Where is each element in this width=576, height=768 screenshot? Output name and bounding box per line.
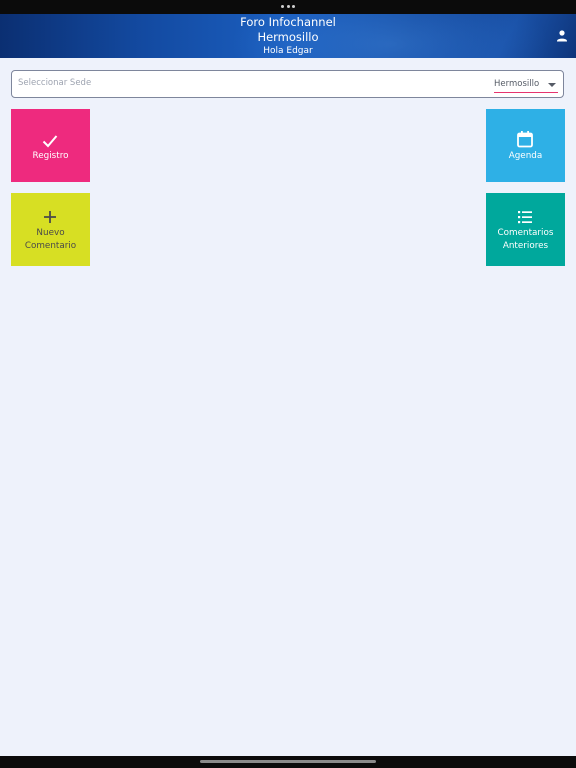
home-indicator[interactable]: [200, 760, 376, 763]
app-header: Foro Infochannel Hermosillo Hola Edgar: [0, 14, 576, 58]
person-icon: [557, 30, 567, 42]
sede-selected-value: Hermosillo: [494, 79, 540, 89]
agenda-tile[interactable]: Agenda: [486, 109, 565, 182]
nuevo-comentario-label-line1: Nuevo: [36, 228, 65, 238]
multitasking-dots-icon[interactable]: [281, 5, 295, 9]
agenda-label: Agenda: [508, 151, 543, 161]
plus-icon: [44, 211, 56, 223]
sede-select[interactable]: Seleccionar Sede Hermosillo: [11, 70, 564, 98]
check-icon: [42, 135, 58, 148]
header-subtitle: Hermosillo: [257, 30, 319, 44]
nuevo-comentario-label-line2: Comentario: [24, 241, 77, 251]
registro-tile[interactable]: Registro: [11, 109, 90, 182]
header-title: Foro Infochannel: [240, 15, 336, 29]
sede-dropdown[interactable]: Hermosillo: [494, 77, 558, 93]
sede-select-placeholder: Seleccionar Sede: [18, 78, 92, 88]
list-icon: [518, 211, 532, 224]
calendar-icon: [517, 131, 533, 148]
comentarios-anteriores-label-line2: Anteriores: [502, 241, 549, 251]
header-greeting: Hola Edgar: [263, 46, 313, 56]
comentarios-anteriores-label-line1: Comentarios: [497, 228, 554, 238]
registro-label: Registro: [32, 151, 69, 161]
status-bar: [0, 0, 576, 14]
user-profile-button[interactable]: [554, 28, 570, 44]
home-bar: [0, 756, 576, 768]
comentarios-anteriores-tile[interactable]: Comentarios Anteriores: [486, 193, 565, 266]
nuevo-comentario-tile[interactable]: Nuevo Comentario: [11, 193, 90, 266]
caret-down-icon: [548, 83, 556, 87]
